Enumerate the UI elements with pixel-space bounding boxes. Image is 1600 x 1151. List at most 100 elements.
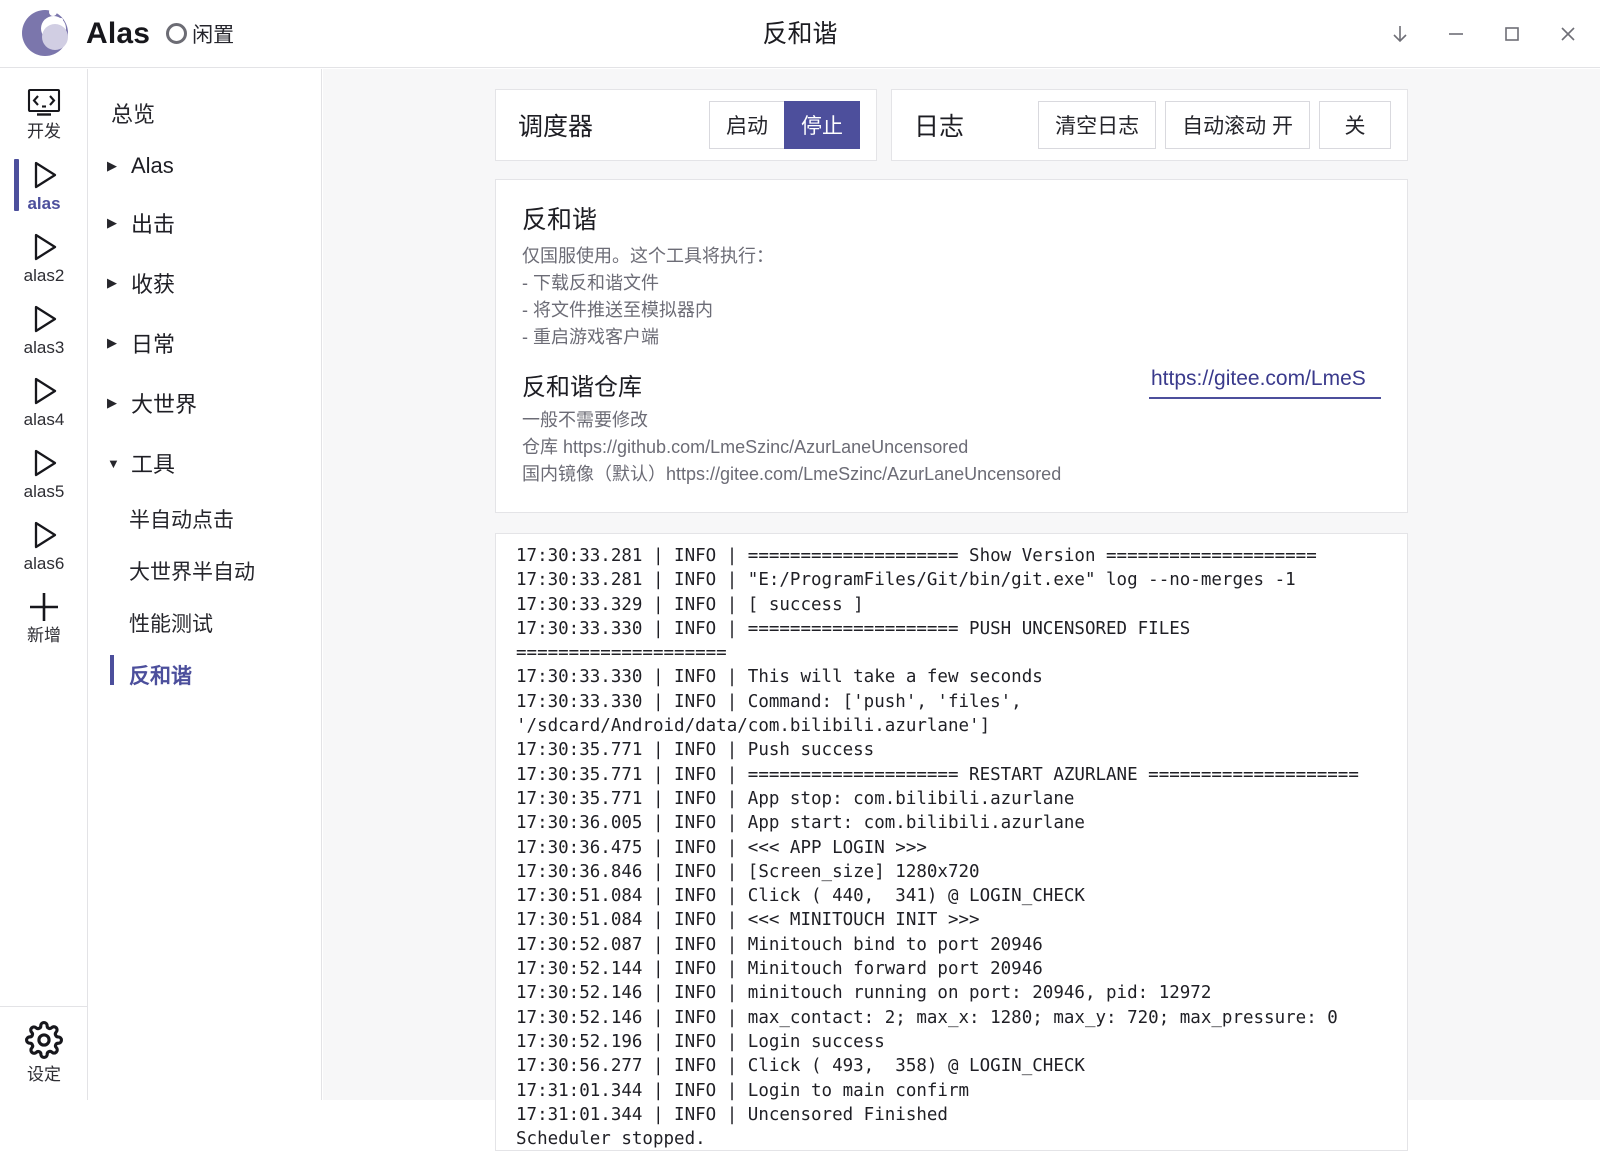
sidebar-item-alas5[interactable]: alas5 xyxy=(0,437,88,509)
log-line: 17:30:35.771 | INFO | App stop: com.bili… xyxy=(516,788,1075,809)
play-icon xyxy=(27,230,61,264)
scheduler-card: 调度器 启动 停止 xyxy=(495,89,877,161)
sidebar-item-alas6[interactable]: alas6 xyxy=(0,509,88,581)
log-title: 日志 xyxy=(914,113,965,141)
status-indicator: 闲置 xyxy=(166,19,234,49)
log-line: 17:30:52.146 | INFO | max_contact: 2; ma… xyxy=(516,1007,1338,1028)
menu-group-sortie[interactable]: ▶ 出击 xyxy=(89,193,321,253)
play-icon xyxy=(27,302,61,336)
sidebar-item-alas4[interactable]: alas4 xyxy=(0,365,88,437)
clear-log-button[interactable]: 清空日志 xyxy=(1038,101,1157,149)
autoscroll-off-button[interactable]: 关 xyxy=(1319,101,1391,149)
sidebar-item-label: alas6 xyxy=(23,554,65,573)
log-line: 17:30:33.330 | INFO | Command: ['push', … xyxy=(516,691,1033,737)
log-line: 17:30:52.146 | INFO | minitouch running … xyxy=(516,983,1212,1004)
sidebar-item-alas[interactable]: alas xyxy=(0,149,88,221)
close-icon[interactable] xyxy=(1540,0,1596,68)
log-line: 17:31:01.344 | INFO | Uncensored Finishe… xyxy=(516,1104,948,1125)
uncensored-description-card: 反和谐 仅国服使用。这个工具将执行： - 下载反和谐文件 - 将文件推送至模拟器… xyxy=(495,179,1408,513)
sidebar-item-label: 开发 xyxy=(27,122,61,141)
repo-mirror-line: 国内镜像（默认）https://gitee.com/LmeSzinc/AzurL… xyxy=(522,464,1062,484)
menu-item-openworld-semi-auto[interactable]: 大世界半自动 xyxy=(89,545,321,597)
menu-group-label: 出击 xyxy=(131,212,176,237)
menu-group-label: 收获 xyxy=(131,272,176,297)
log-line: 17:30:33.281 | INFO | ==================… xyxy=(516,546,1317,566)
sidebar-item-label: alas2 xyxy=(23,266,65,285)
menu-group-label: 工具 xyxy=(131,452,176,477)
window-controls xyxy=(1372,0,1596,68)
log-line: 17:30:36.475 | INFO | <<< APP LOGIN >>> xyxy=(516,837,927,858)
main-content: 调度器 启动 停止 日志 清空日志 自动滚动 开 关 反和谐 仅国服使用。这个工… xyxy=(323,69,1600,1151)
menu-group-harvest[interactable]: ▶ 收获 xyxy=(89,253,321,313)
chevron-right-icon: ▶ xyxy=(107,335,117,350)
log-panel: 17:30:33.281 | INFO | ==================… xyxy=(495,533,1408,1151)
chevron-down-icon: ▼ xyxy=(107,455,120,471)
sidebar-item-label: 设定 xyxy=(27,1064,61,1084)
chevron-right-icon: ▶ xyxy=(107,158,117,173)
play-icon xyxy=(27,374,61,408)
play-icon xyxy=(27,158,61,192)
log-line: 17:31:01.344 | INFO | Login to main conf… xyxy=(516,1080,970,1101)
minimize-icon[interactable] xyxy=(1428,0,1484,68)
gear-icon xyxy=(25,1020,63,1059)
repo-url-input[interactable] xyxy=(1149,363,1381,399)
menu-item-semi-auto-click[interactable]: 半自动点击 xyxy=(89,493,321,545)
chevron-right-icon: ▶ xyxy=(107,215,117,230)
menu-item-benchmark[interactable]: 性能测试 xyxy=(89,597,321,649)
sidebar-item-label: alas3 xyxy=(23,338,65,357)
maximize-icon[interactable] xyxy=(1484,0,1540,68)
code-icon xyxy=(27,86,61,120)
menu-group-alas[interactable]: ▶ Alas xyxy=(89,139,321,193)
description-line: - 重启游戏客户端 xyxy=(522,327,659,347)
chevron-right-icon: ▶ xyxy=(107,395,117,410)
log-line: 17:30:33.330 | INFO | This will take a f… xyxy=(516,667,1043,688)
description-line: - 将文件推送至模拟器内 xyxy=(522,300,713,320)
sidebar-item-alas3[interactable]: alas3 xyxy=(0,293,88,365)
repo-hint: 一般不需要修改 xyxy=(522,410,648,430)
scheduler-button-group: 启动 停止 xyxy=(709,101,860,149)
scheduler-start-button[interactable]: 启动 xyxy=(709,101,785,149)
log-line: 17:30:33.281 | INFO | "E:/ProgramFiles/G… xyxy=(516,570,1296,591)
play-icon xyxy=(27,446,61,480)
log-line: 17:30:33.330 | INFO | ==================… xyxy=(516,618,1201,664)
repo-section: 反和谐仓库 一般不需要修改 仓库 https://github.com/LmeS… xyxy=(522,363,1381,488)
sidebar-item-dev[interactable]: 开发 xyxy=(0,77,88,149)
description-line: 仅国服使用。这个工具将执行： xyxy=(522,246,774,266)
menu-group-daily[interactable]: ▶ 日常 xyxy=(89,313,321,373)
app-logo-icon xyxy=(14,3,76,65)
log-line: 17:30:35.771 | INFO | ==================… xyxy=(516,764,1359,785)
log-button-group: 清空日志 自动滚动 开 关 xyxy=(1038,101,1391,149)
repo-github-line: 仓库 https://github.com/LmeSzinc/AzurLaneU… xyxy=(522,437,969,457)
scheduler-title: 调度器 xyxy=(518,113,594,141)
log-line: 17:30:33.329 | INFO | [ success ] xyxy=(516,594,864,615)
title-bar: Alas 闲置 反和谐 xyxy=(0,0,1600,68)
log-line: 17:30:52.087 | INFO | Minitouch bind to … xyxy=(516,934,1043,955)
menu-group-tools[interactable]: ▼ 工具 xyxy=(89,433,321,493)
description-line: - 下载反和谐文件 xyxy=(522,273,659,293)
sidebar-item-alas2[interactable]: alas2 xyxy=(0,221,88,293)
sidebar-item-add[interactable]: 新增 xyxy=(0,581,88,653)
log-line: 17:30:36.005 | INFO | App start: com.bil… xyxy=(516,813,1085,834)
menu-group-label: 大世界 xyxy=(131,392,198,417)
log-line: 17:30:35.771 | INFO | Push success xyxy=(516,740,875,761)
log-line: 17:30:51.084 | INFO | <<< MINITOUCH INIT… xyxy=(516,910,980,931)
log-line: 17:30:52.144 | INFO | Minitouch forward … xyxy=(516,959,1043,980)
control-row: 调度器 启动 停止 日志 清空日志 自动滚动 开 关 xyxy=(495,89,1600,161)
menu-group-label: Alas xyxy=(131,153,174,178)
chevron-right-icon: ▶ xyxy=(107,275,117,290)
instance-rail: 开发 alas alas2 alas3 alas4 alas5 alas6 新增… xyxy=(0,69,88,1100)
log-controls-card: 日志 清空日志 自动滚动 开 关 xyxy=(891,89,1408,161)
download-icon[interactable] xyxy=(1372,0,1428,68)
log-line: Scheduler stopped. xyxy=(516,1129,706,1150)
menu-group-openworld[interactable]: ▶ 大世界 xyxy=(89,373,321,433)
play-icon xyxy=(27,518,61,552)
menu-item-overview[interactable]: 总览 xyxy=(89,87,321,139)
log-scroll-area[interactable]: 17:30:33.281 | INFO | ==================… xyxy=(496,534,1407,1150)
sidebar-item-settings[interactable]: 设定 xyxy=(0,1006,88,1100)
autoscroll-on-button[interactable]: 自动滚动 开 xyxy=(1165,101,1310,149)
sidebar-item-label: alas4 xyxy=(23,410,65,429)
log-line: 17:30:36.846 | INFO | [Screen_size] 1280… xyxy=(516,861,980,882)
window-title: 反和谐 xyxy=(762,20,838,48)
menu-item-uncensored[interactable]: 反和谐 xyxy=(89,649,321,701)
scheduler-stop-button[interactable]: 停止 xyxy=(784,101,860,149)
